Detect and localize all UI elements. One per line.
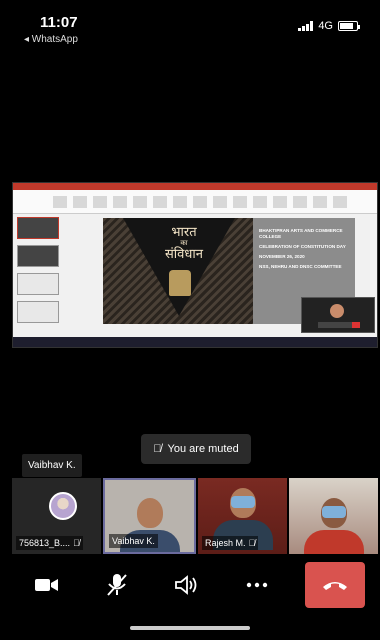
windows-taskbar [13, 337, 377, 347]
mic-muted-icon: 🎙̸ [73, 538, 80, 548]
slide-college: BHAKTIPRAN ARTS AND COMMERCE COLLEGE [259, 228, 343, 239]
hindi-line-1: भारत [171, 225, 197, 240]
slide-date: NOVEMBER 26, 2020 [259, 253, 305, 259]
slide-committee: NSS, NEHRU AND DNSC COMMITTEE [259, 263, 342, 269]
participant-tile[interactable] [289, 478, 378, 554]
slide-thumbnail [17, 301, 59, 323]
participant-tile[interactable]: 756813_B.... 🎙̸ [12, 478, 101, 554]
status-time: 11:07 [40, 14, 78, 31]
participant-name: Vaibhav K. [109, 534, 158, 548]
participant-strip: 756813_B.... 🎙̸ Vaibhav K. Rajesh M. 🎙̸ [12, 478, 378, 554]
mic-muted-icon: 🎙̸ [248, 538, 256, 548]
participant-name-text: Rajesh M. [205, 538, 246, 548]
presenter-avatar [330, 304, 344, 318]
home-indicator[interactable] [130, 626, 250, 630]
network-label: 4G [318, 20, 333, 32]
participant-tile[interactable]: Rajesh M. 🎙̸ [198, 478, 287, 554]
slide-event: CELEBRATION OF CONSTITUTION DAY [259, 243, 346, 249]
face-mask [230, 496, 255, 508]
end-call-icon [323, 582, 347, 590]
speaker-icon [175, 575, 197, 595]
mic-muted-icon: 🎙̸ [153, 443, 162, 455]
slide-thumbnail [17, 217, 59, 239]
person-head [136, 498, 163, 528]
active-speaker-label: Vaibhav K. [22, 454, 82, 477]
hindi-line-3: संविधान [165, 246, 203, 262]
camera-icon [35, 579, 58, 591]
speaker-button[interactable] [165, 563, 209, 607]
presenter-pip [301, 297, 375, 333]
signal-icon [298, 21, 314, 31]
avatar [49, 492, 77, 520]
ppt-title-bar [13, 183, 377, 190]
slide-thumbnail [17, 245, 59, 267]
status-indicators: 4G [298, 20, 360, 32]
participant-name-text: Vaibhav K. [112, 536, 155, 546]
more-options-button[interactable] [235, 563, 279, 607]
muted-toast: 🎙̸ You are muted [141, 434, 251, 464]
shared-screen: भारत का संविधान BHAKTIPRAN ARTS AND COMM… [12, 182, 378, 348]
end-call-button[interactable] [305, 562, 365, 608]
call-controls [12, 560, 378, 610]
slide-thumbnail [17, 273, 59, 295]
ppt-ribbon [13, 190, 377, 214]
status-bar: 11:07 ◂ WhatsApp 4G [0, 0, 380, 48]
more-icon [246, 582, 268, 588]
camera-button[interactable] [25, 563, 69, 607]
pip-end-icon [352, 322, 360, 328]
back-to-whatsapp-link[interactable]: ◂ WhatsApp [24, 34, 78, 45]
person-body [303, 530, 364, 554]
mic-off-icon [107, 574, 127, 596]
mic-toggle-button[interactable] [95, 563, 139, 607]
face-mask [321, 506, 346, 518]
muted-text: You are muted [167, 443, 239, 455]
participant-name: 756813_B.... 🎙̸ [16, 536, 83, 550]
participant-name-text: 756813_B.... [19, 538, 71, 548]
national-emblem-icon [169, 270, 191, 296]
slide-hindi-title: भारत का संविधान [149, 225, 219, 262]
battery-icon [338, 21, 360, 31]
slide-thumbnails [17, 217, 63, 335]
participant-name: Rajesh M. 🎙̸ [202, 536, 259, 550]
participant-tile-active[interactable]: Vaibhav K. [103, 478, 196, 554]
